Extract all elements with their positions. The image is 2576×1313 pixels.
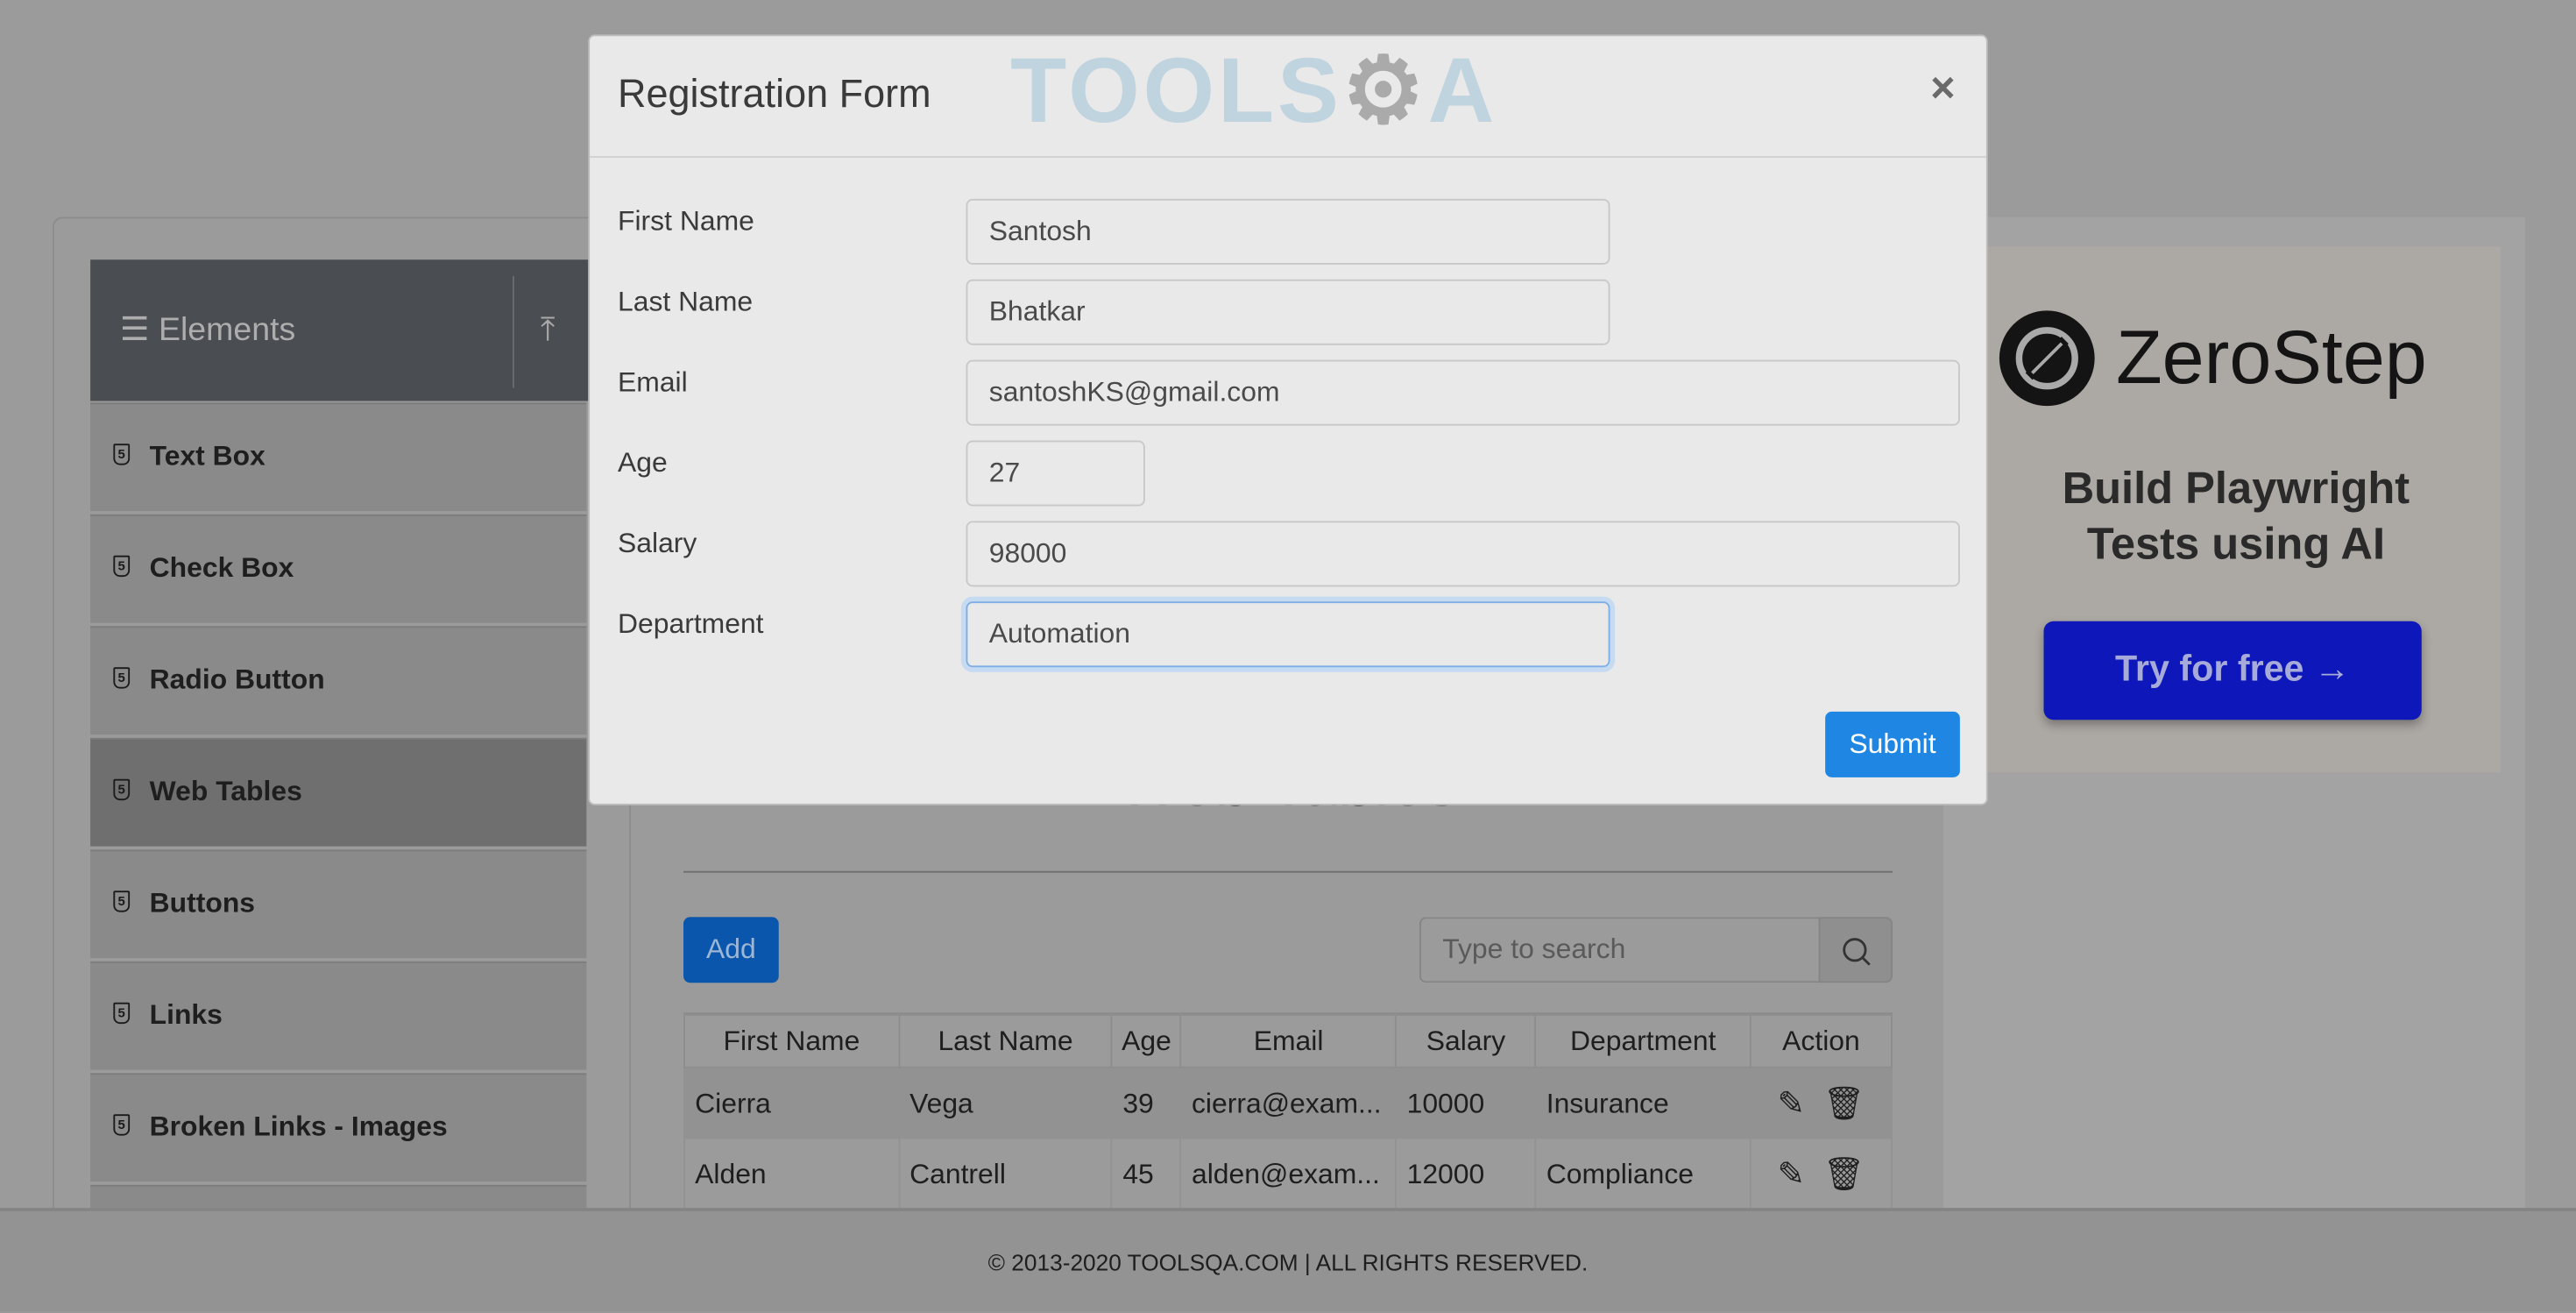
modal-title: Registration Form (618, 72, 931, 117)
add-button[interactable]: Add (683, 917, 779, 983)
zerostep-logo-icon (1999, 310, 2095, 407)
table-cell: Cantrell (897, 1139, 1114, 1210)
divider (513, 276, 514, 388)
sidebar-item-links[interactable]: 5 Links (90, 961, 587, 1070)
sidebar-item-radio-button[interactable]: 5 Radio Button (90, 626, 587, 735)
action-cell: ✎ 🗑 (1749, 1139, 1893, 1210)
department-label: Department (618, 607, 764, 640)
html5-icon: 5 (113, 667, 131, 689)
sidebar-item-label: Broken Links - Images (149, 1111, 448, 1143)
sidebar-header-label: ☰ Elements (119, 312, 296, 349)
html5-icon: 5 (113, 1114, 131, 1136)
department-input[interactable]: Automation (966, 601, 1610, 668)
sidebar-item-label: Buttons (149, 887, 256, 919)
column-header[interactable]: Department (1534, 1012, 1752, 1068)
search-icon (1843, 938, 1871, 966)
table-cell: Compliance (1534, 1139, 1752, 1210)
salary-label: Salary (618, 527, 697, 559)
age-label: Age (618, 447, 668, 479)
table-row: Cierra Vega 39 cierra@exam... 10000 Insu… (683, 1067, 1893, 1139)
search-button[interactable] (1818, 917, 1893, 983)
ad-headline-line: Build Playwright (2062, 463, 2410, 513)
last-name-input[interactable]: Bhatkar (966, 279, 1610, 345)
table-cell: 12000 (1395, 1139, 1537, 1210)
column-header[interactable]: Salary (1395, 1012, 1537, 1068)
table-cell: Insurance (1534, 1067, 1752, 1139)
delete-icon[interactable]: 🗑 (1823, 1086, 1865, 1122)
ad-headline: Build Playwright Tests using AI (1971, 460, 2501, 572)
table-cell: 39 (1111, 1067, 1182, 1139)
divider (683, 870, 1893, 873)
sidebar-item-broken-links[interactable]: 5 Broken Links - Images (90, 1073, 587, 1182)
table-row: Alden Cantrell 45 alden@exam... 12000 Co… (683, 1139, 1893, 1210)
sidebar-item-label: Radio Button (149, 664, 325, 696)
column-header[interactable]: Email (1179, 1012, 1398, 1068)
first-name-label: First Name (618, 205, 754, 237)
age-input[interactable]: 27 (966, 440, 1145, 507)
table-cell: Cierra (683, 1067, 900, 1139)
divider (590, 156, 1986, 158)
column-header[interactable]: Age (1111, 1012, 1182, 1068)
registration-modal: TOOLS⚙A Registration Form × First Name S… (588, 34, 1988, 806)
delete-icon[interactable]: 🗑 (1823, 1157, 1865, 1193)
email-input[interactable]: santoshKS@gmail.com (966, 359, 1960, 426)
table-header-row: First Name Last Name Age Email Salary De… (683, 1012, 1893, 1068)
table-cell: alden@exam... (1179, 1139, 1398, 1210)
sidebar-item-next[interactable] (90, 1184, 587, 1209)
edit-icon[interactable]: ✎ (1778, 1086, 1805, 1122)
edit-icon[interactable]: ✎ (1778, 1157, 1805, 1193)
web-table: First Name Last Name Age Email Salary De… (683, 1012, 1893, 1210)
search-input[interactable]: Type to search (1419, 917, 1821, 983)
column-header[interactable]: First Name (683, 1012, 900, 1068)
sidebar-item-buttons[interactable]: 5 Buttons (90, 849, 587, 959)
sidebar-item-label: Text Box (149, 440, 265, 472)
toolsqa-logo: TOOLS⚙A (1010, 38, 1498, 142)
sidebar-item-label: Web Tables (149, 776, 302, 807)
html5-icon: 5 (113, 444, 131, 465)
html5-icon: 5 (113, 1002, 131, 1025)
collapse-arrow-icon[interactable]: ⤒ (541, 312, 556, 350)
page: ☰ Elements ⤒ 5 Text Box 5 Check Box 5 Radio… (0, 0, 2576, 1312)
table-cell: cierra@exam... (1179, 1067, 1398, 1139)
ad-headline-line: Tests using AI (2086, 519, 2386, 569)
submit-button[interactable]: Submit (1825, 711, 1960, 777)
elements-label: Elements (158, 312, 296, 349)
email-label: Email (618, 366, 688, 398)
footer: © 2013-2020 TOOLSQA.COM | ALL RIGHTS RES… (0, 1208, 2576, 1312)
sidebar-item-label: Links (149, 999, 223, 1031)
last-name-label: Last Name (618, 286, 754, 317)
sidebar-item-label: Check Box (149, 552, 294, 584)
first-name-input[interactable]: Santosh (966, 198, 1610, 265)
salary-input[interactable]: 98000 (966, 521, 1960, 587)
try-for-free-button[interactable]: Try for free → (2043, 621, 2422, 720)
table-cell: 45 (1111, 1139, 1182, 1210)
sidebar-group-elements[interactable]: ☰ Elements ⤒ (90, 259, 589, 401)
table-cell: Vega (897, 1067, 1114, 1139)
column-header[interactable]: Last Name (897, 1012, 1114, 1068)
column-header[interactable]: Action (1749, 1012, 1893, 1068)
action-cell: ✎ 🗑 (1749, 1067, 1893, 1139)
sidebar-item-web-tables[interactable]: 5 Web Tables (90, 737, 587, 847)
sidebar-item-check-box[interactable]: 5 Check Box (90, 514, 587, 623)
html5-icon: 5 (113, 555, 131, 578)
table-cell: Alden (683, 1139, 900, 1210)
close-icon[interactable]: × (1930, 62, 1955, 113)
sidebar-item-text-box[interactable]: 5 Text Box (90, 402, 587, 512)
html5-icon: 5 (113, 778, 131, 801)
html5-icon: 5 (113, 891, 131, 912)
ad-brand: ZeroStep (2116, 314, 2427, 400)
table-cell: 10000 (1395, 1067, 1537, 1139)
